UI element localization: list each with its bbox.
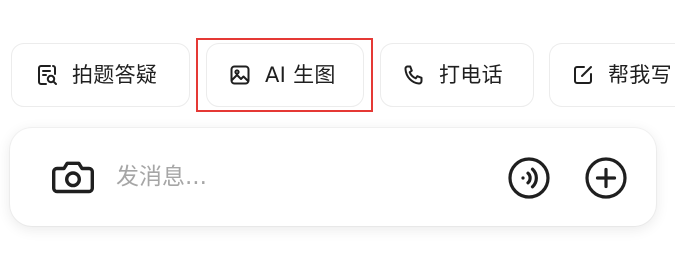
image-icon: [227, 62, 253, 88]
phone-icon: [401, 62, 427, 88]
edit-icon: [570, 62, 596, 88]
camera-icon: [51, 158, 95, 196]
search-document-icon: [34, 62, 60, 88]
chat-composer-screen: 拍题答疑 AI 生图 打电话 帮我写: [0, 0, 675, 266]
voice-call-button[interactable]: [507, 156, 551, 200]
message-input-bar: [10, 128, 656, 226]
chip-phone-call[interactable]: 打电话: [380, 43, 534, 107]
chip-label: 帮我写: [608, 62, 672, 87]
chip-help-write[interactable]: 帮我写: [549, 43, 675, 107]
chip-label: AI 生图: [265, 62, 336, 87]
chip-label: 拍题答疑: [72, 62, 158, 87]
chip-ai-image[interactable]: AI 生图: [206, 43, 364, 107]
voice-call-icon: [507, 156, 551, 200]
chip-photo-question[interactable]: 拍题答疑: [11, 43, 190, 107]
chip-label: 打电话: [439, 62, 503, 87]
camera-button[interactable]: [50, 157, 96, 197]
add-button[interactable]: [584, 156, 628, 200]
plus-circle-icon: [584, 156, 628, 200]
message-input[interactable]: [116, 156, 476, 198]
